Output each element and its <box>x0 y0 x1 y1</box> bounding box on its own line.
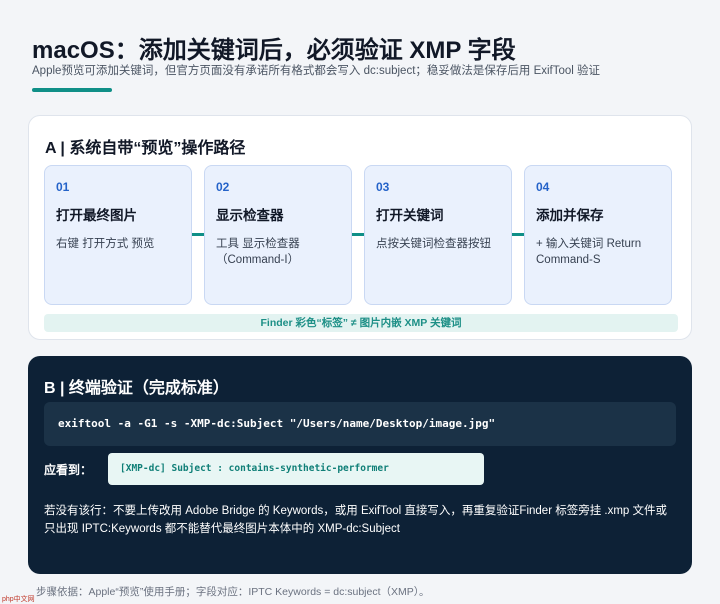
step-description: + 输入关键词 Return Command-S <box>536 238 642 266</box>
page-subtitle: Apple预览可添加关键词，但官方页面没有承诺所有格式都会写入 dc:subje… <box>32 65 601 77</box>
finder-tag-note: Finder 彩色“标签” ≠ 图片内嵌 XMP 关键词 <box>44 314 678 332</box>
expected-output-box: [XMP-dc] Subject : contains-synthetic-pe… <box>108 453 484 485</box>
fallback-instructions: 若没有该行：不要上传改用 Adobe Bridge 的 Keywords，或用 … <box>44 505 668 535</box>
step-title: 打开关键词 <box>376 208 444 223</box>
source-footnote: 步骤依据：Apple“预览”使用手册；字段对应：IPTC Keywords = … <box>36 586 430 598</box>
step-card-4: 04 添加并保存 + 输入关键词 Return Command-S <box>524 165 672 305</box>
step-title: 显示检查器 <box>216 208 284 223</box>
step-description: 工具 显示检查器（Command-I） <box>216 238 300 266</box>
step-number: 03 <box>376 180 390 194</box>
watermark-logo: php中文网 <box>2 596 35 603</box>
step-number: 01 <box>56 180 70 194</box>
step-description: 右键 打开方式 预览 <box>56 238 155 250</box>
step-number: 04 <box>536 180 550 194</box>
step-card-1: 01 打开最终图片 右键 打开方式 预览 <box>44 165 192 305</box>
step-description: 点按关键词检查器按钮 <box>376 238 491 250</box>
step-card-2: 02 显示检查器 工具 显示检查器（Command-I） <box>204 165 352 305</box>
title-accent-bar <box>32 88 112 92</box>
page-title: macOS：添加关键词后，必须验证 XMP 字段 <box>32 37 516 64</box>
section-a-card: A | 系统自带“预览”操作路径 01 打开最终图片 右键 打开方式 预览 02… <box>28 115 692 340</box>
step-card-3: 03 打开关键词 点按关键词检查器按钮 <box>364 165 512 305</box>
terminal-command-box[interactable]: exiftool -a -G1 -s -XMP-dc:Subject "/Use… <box>44 402 676 446</box>
step-title: 添加并保存 <box>536 208 604 223</box>
section-b-heading: B | 终端验证（完成标准） <box>44 380 229 397</box>
step-title: 打开最终图片 <box>56 208 137 223</box>
section-b-card: B | 终端验证（完成标准） exiftool -a -G1 -s -XMP-d… <box>28 356 692 574</box>
step-number: 02 <box>216 180 230 194</box>
section-a-heading: A | 系统自带“预览”操作路径 <box>45 140 246 157</box>
expected-output-label: 应看到： <box>44 463 93 477</box>
